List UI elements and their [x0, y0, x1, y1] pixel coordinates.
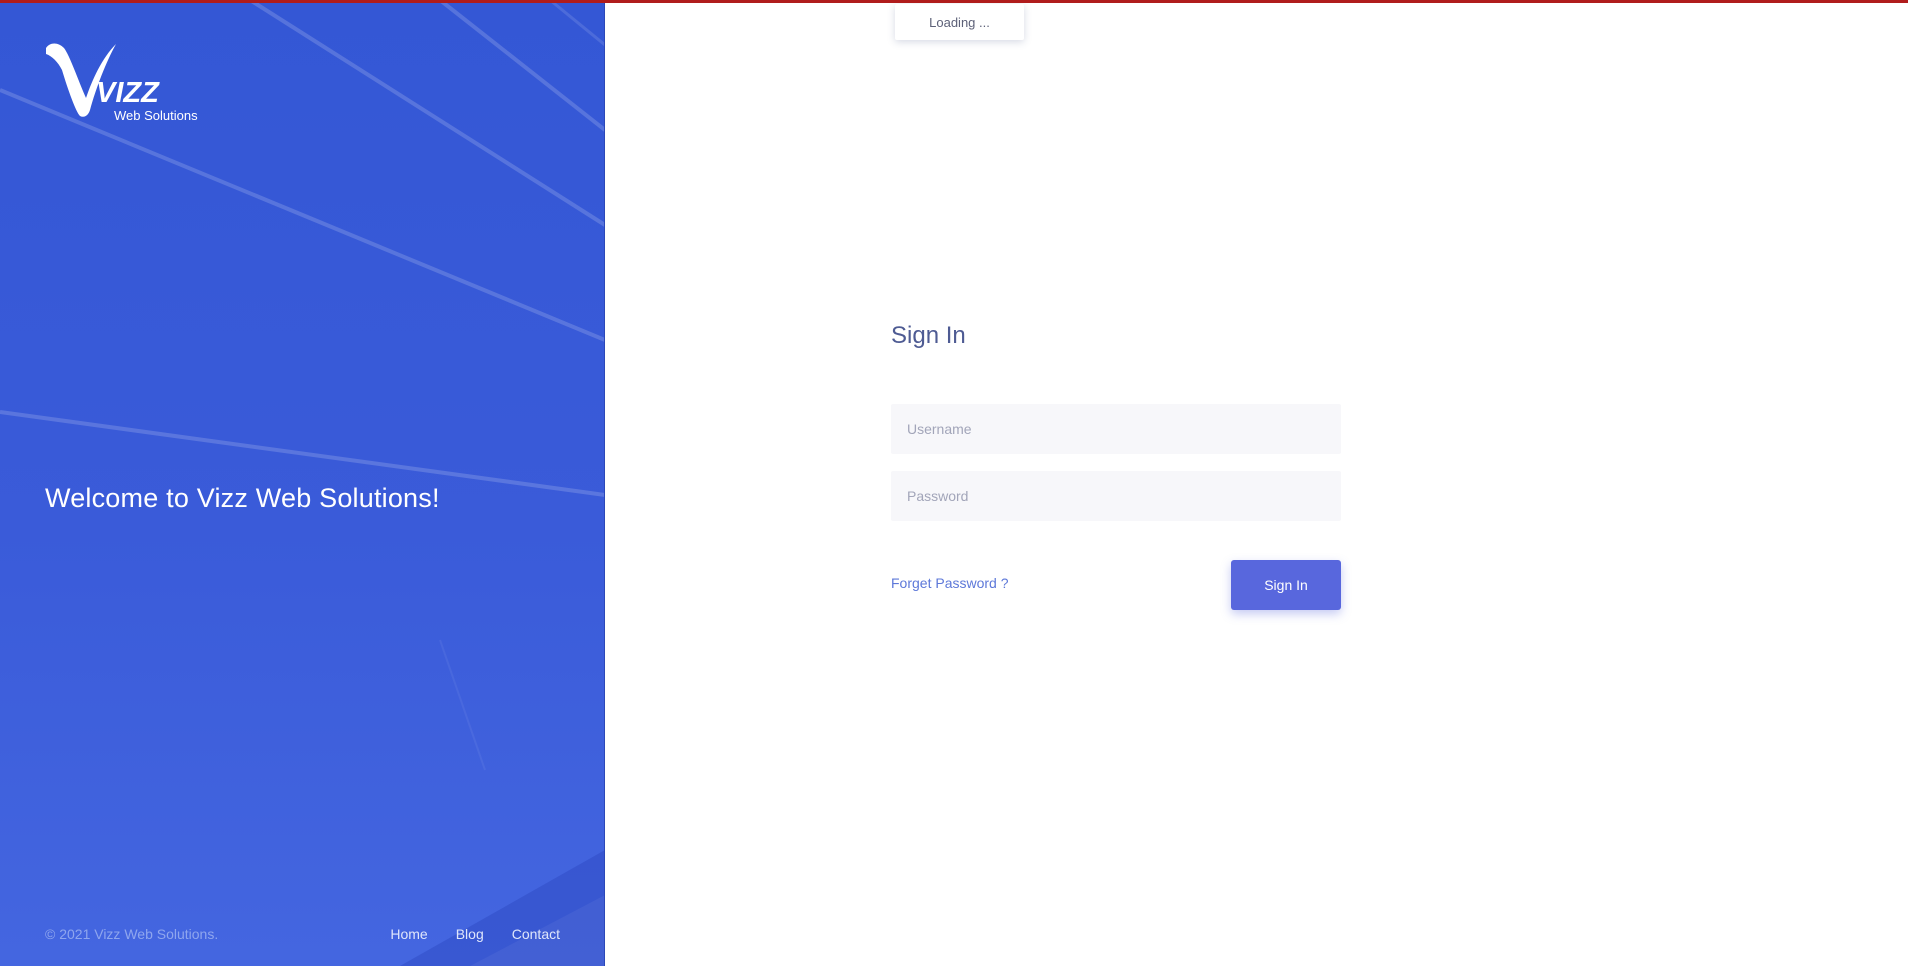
footer-links: Home Blog Contact [390, 926, 560, 942]
login-aside: VIZZ Web Solutions Welcome to Vizz Web S… [0, 0, 605, 966]
vizz-logo: VIZZ Web Solutions [46, 43, 198, 123]
welcome-heading: Welcome to Vizz Web Solutions! [45, 483, 440, 513]
logo-subtext: Web Solutions [114, 108, 198, 123]
forget-password-link[interactable]: Forget Password ? [891, 575, 1009, 591]
aside-divider [604, 0, 605, 966]
loading-indicator: Loading ... [895, 4, 1024, 40]
top-progress-bar [0, 0, 1908, 3]
footer-link-contact[interactable]: Contact [512, 926, 560, 942]
signin-title: Sign In [891, 322, 966, 349]
username-input[interactable] [891, 404, 1341, 454]
aside-footer: © 2021 Vizz Web Solutions. Home Blog Con… [45, 926, 560, 942]
copyright-text: © 2021 Vizz Web Solutions. [45, 926, 219, 942]
password-input[interactable] [891, 471, 1341, 521]
footer-link-blog[interactable]: Blog [456, 926, 484, 942]
signin-button[interactable]: Sign In [1231, 560, 1341, 610]
footer-link-home[interactable]: Home [390, 926, 427, 942]
logo-wordmark: VIZZ [96, 77, 160, 109]
